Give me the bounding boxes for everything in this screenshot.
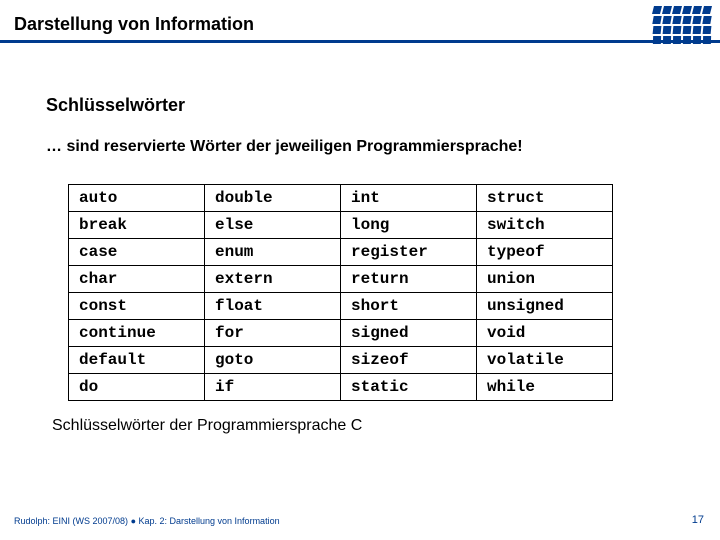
table-cell: void (477, 320, 613, 347)
table-row: char extern return union (69, 266, 613, 293)
table-cell: return (341, 266, 477, 293)
footer-author: Rudolph: EINI (WS 2007/08) (14, 516, 128, 526)
table-cell: default (69, 347, 205, 374)
table-row: auto double int struct (69, 185, 613, 212)
footer: Rudolph: EINI (WS 2007/08) ● Kap. 2: Dar… (14, 516, 280, 526)
table-cell: typeof (477, 239, 613, 266)
table-cell: break (69, 212, 205, 239)
table-cell: static (341, 374, 477, 401)
table-row: do if static while (69, 374, 613, 401)
table-caption: Schlüsselwörter der Programmiersprache C (52, 417, 665, 435)
table-cell: double (205, 185, 341, 212)
table-cell: struct (477, 185, 613, 212)
table-cell: sizeof (341, 347, 477, 374)
table-cell: char (69, 266, 205, 293)
table-row: const float short unsigned (69, 293, 613, 320)
footer-chapter: Kap. 2: Darstellung von Information (139, 516, 280, 526)
table-cell: goto (205, 347, 341, 374)
main-content: Schlüsselwörter … sind reservierte Wörte… (46, 95, 665, 435)
table-cell: if (205, 374, 341, 401)
table-cell: long (341, 212, 477, 239)
table-cell: volatile (477, 347, 613, 374)
logo-grid-icon (642, 5, 712, 45)
keywords-table: auto double int struct break else long s… (68, 184, 613, 401)
brand-logo (642, 5, 712, 45)
section-heading: Schlüsselwörter (46, 95, 665, 116)
table-cell: union (477, 266, 613, 293)
table-row: case enum register typeof (69, 239, 613, 266)
table-cell: switch (477, 212, 613, 239)
table-cell: const (69, 293, 205, 320)
table-cell: enum (205, 239, 341, 266)
table-cell: float (205, 293, 341, 320)
table-cell: auto (69, 185, 205, 212)
table-cell: short (341, 293, 477, 320)
page-number: 17 (692, 514, 704, 526)
footer-sep: ● (128, 516, 138, 526)
table-cell: do (69, 374, 205, 401)
table-cell: signed (341, 320, 477, 347)
table-row: default goto sizeof volatile (69, 347, 613, 374)
table-cell: while (477, 374, 613, 401)
table-cell: int (341, 185, 477, 212)
header-divider (0, 40, 720, 43)
page-title: Darstellung von Information (14, 14, 254, 35)
table-cell: unsigned (477, 293, 613, 320)
table-cell: extern (205, 266, 341, 293)
section-subheading: … sind reservierte Wörter der jeweiligen… (46, 138, 665, 156)
table-cell: for (205, 320, 341, 347)
table-cell: register (341, 239, 477, 266)
table-row: break else long switch (69, 212, 613, 239)
table-cell: else (205, 212, 341, 239)
table-cell: continue (69, 320, 205, 347)
table-row: continue for signed void (69, 320, 613, 347)
table-cell: case (69, 239, 205, 266)
